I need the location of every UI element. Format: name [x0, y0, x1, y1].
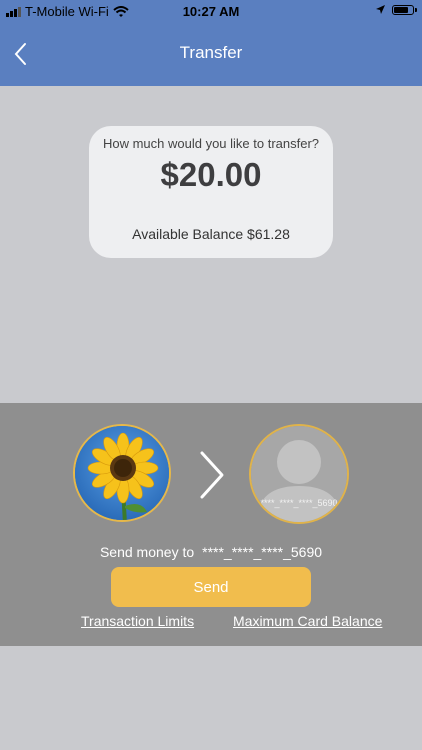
nav-bar: Transfer: [0, 22, 422, 86]
transfer-question: How much would you like to transfer?: [102, 136, 320, 151]
clock: 10:27 AM: [182, 4, 240, 19]
transfer-panel: ****_****_****_5690 Send money to ****_**…: [0, 403, 422, 646]
recipient-account: ****_****_****_5690: [202, 544, 323, 560]
location-icon: [376, 5, 385, 14]
battery-icon: [392, 4, 417, 15]
placeholder-person-avatar: ****_****_****_5690: [249, 424, 349, 524]
status-bar: T-Mobile Wi-Fi 10:27 AM: [0, 0, 422, 22]
send-button[interactable]: Send: [111, 567, 311, 607]
max-card-balance-link[interactable]: Maximum Card Balance: [233, 613, 382, 629]
chevron-right-icon: [200, 451, 224, 499]
amount-card: How much would you like to transfer? $20…: [89, 126, 333, 258]
page-title: Transfer: [179, 43, 243, 62]
status-right-group: [375, 4, 417, 15]
recipient-masked-on-avatar: ****_****_****_5690: [260, 498, 338, 508]
sunflower-avatar: [73, 424, 171, 522]
transfer-amount[interactable]: $20.00: [89, 156, 333, 194]
available-balance: Available Balance $61.28: [132, 226, 290, 242]
transaction-limits-link[interactable]: Transaction Limits: [81, 613, 194, 629]
send-money-label: Send money to: [99, 544, 195, 560]
send-money-line: Send money to ****_****_****_5690: [0, 544, 422, 560]
